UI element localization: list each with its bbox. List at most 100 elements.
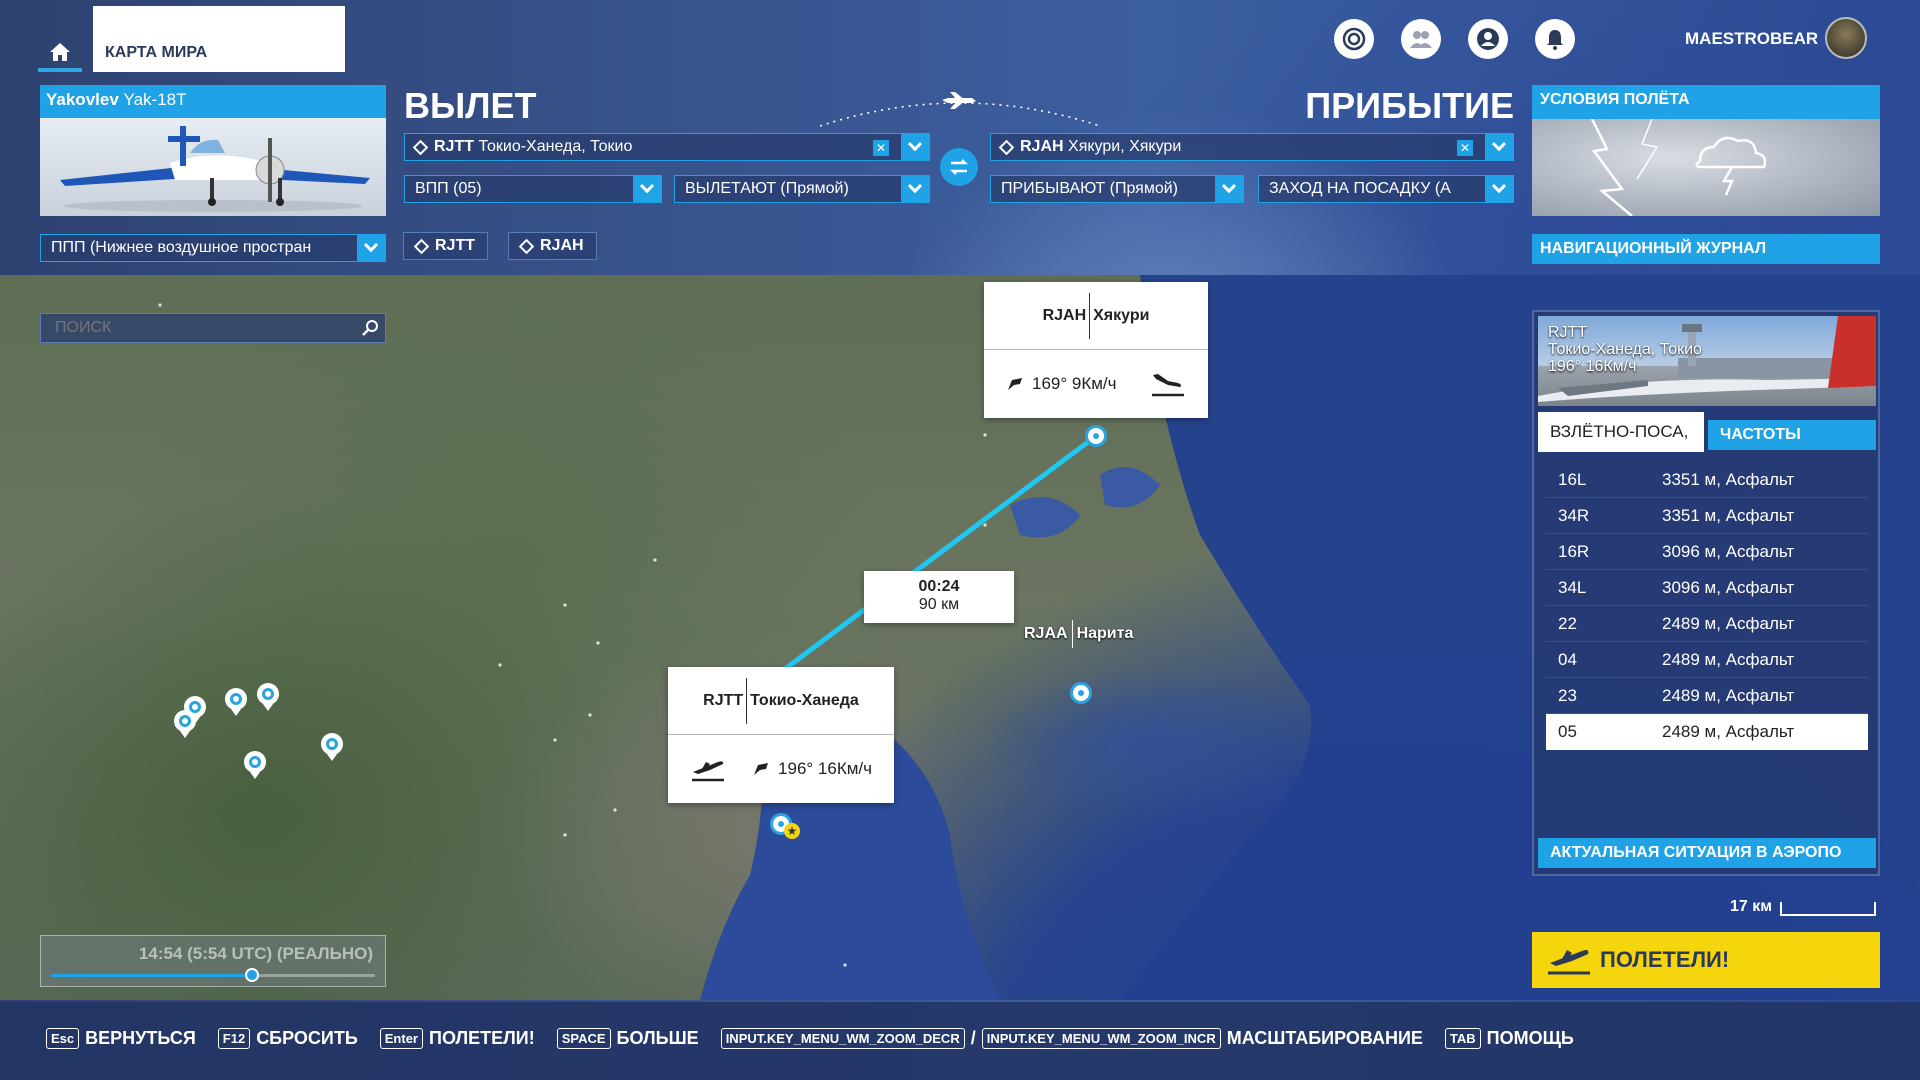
home-tab[interactable] — [38, 36, 82, 72]
runway-row[interactable]: 34R 3351 м, Асфальт — [1546, 498, 1868, 534]
wind-icon — [754, 763, 769, 775]
approach-value: ЗАХОД НА ПОСАДКУ (А — [1269, 180, 1451, 197]
airport-panel-code: RJTT — [1548, 324, 1588, 341]
swap-airports-button[interactable] — [940, 148, 978, 186]
map-scale: 17 км — [1730, 898, 1877, 916]
time-slider-track[interactable] — [51, 968, 375, 982]
time-slider-panel[interactable]: 14:54 (5:54 UTC) (РЕАЛЬНО) — [40, 935, 386, 987]
shortcut-item[interactable]: Enter ПОЛЕТЕЛИ! — [379, 1028, 535, 1049]
arrival-airport-name: Хякури, Хякури — [1068, 138, 1182, 155]
key-hint: F12 — [217, 1028, 251, 1049]
departure-info-card[interactable]: RJTT Токио-Ханеда 196° 16Км/ч — [668, 667, 894, 803]
card-wind: 196° 16Км/ч — [778, 759, 872, 778]
clear-arrival-icon[interactable]: ✕ — [1457, 140, 1473, 156]
arrival-info-card[interactable]: RJAH Хякури 169° 9Км/ч — [984, 282, 1208, 418]
departure-type-select[interactable]: ВЫЛЕТАЮТ (Прямой) — [674, 175, 930, 203]
runway-info: 3351 м, Асфальт — [1662, 505, 1795, 525]
search-icon[interactable] — [361, 319, 379, 337]
chevron-down-icon[interactable] — [633, 176, 661, 202]
shortcut-item[interactable]: Esc ВЕРНУТЬСЯ — [46, 1028, 196, 1049]
map-pin[interactable] — [225, 688, 247, 716]
time-slider-fill — [51, 974, 252, 977]
shortcut-label: ПОЛЕТЕЛИ! — [429, 1028, 535, 1048]
runway-row[interactable]: 04 2489 м, Асфальт — [1546, 642, 1868, 678]
route-time: 00:24 — [918, 578, 960, 595]
shortcut-label: СБРОСИТЬ — [256, 1028, 358, 1048]
runway-row[interactable]: 23 2489 м, Асфальт — [1546, 678, 1868, 714]
airport-situation-button[interactable]: АКТУАЛЬНАЯ СИТУАЦИЯ В АЭРОПО — [1538, 838, 1876, 868]
target-icon[interactable] — [1334, 19, 1374, 59]
map-search[interactable] — [40, 313, 386, 343]
key-hint: INPUT.KEY_MENU_WM_ZOOM_INCR — [981, 1028, 1221, 1049]
card-name: Токио-Ханеда — [750, 691, 859, 709]
chevron-down-icon[interactable] — [1215, 176, 1243, 202]
aircraft-card[interactable]: Yakovlev Yak-18T — [40, 85, 386, 216]
time-slider-knob[interactable] — [244, 968, 259, 982]
waypoint-icon — [413, 238, 430, 254]
nav-log-button[interactable]: НАВИГАЦИОННЫЙ ЖУРНАЛ — [1532, 234, 1880, 264]
aircraft-image — [40, 118, 386, 216]
map-pin[interactable] — [244, 751, 266, 779]
scale-bar — [1780, 902, 1877, 916]
arrival-type-select[interactable]: ПРИБЫВАЮТ (Прямой) — [990, 175, 1244, 203]
tab-frequencies[interactable]: ЧАСТОТЫ — [1708, 420, 1876, 450]
clear-departure-icon[interactable]: ✕ — [873, 140, 889, 156]
runway-row[interactable]: 16R 3096 м, Асфальт — [1546, 534, 1868, 570]
key-hint: INPUT.KEY_MENU_WM_ZOOM_DECR — [720, 1028, 965, 1049]
departure-airport-name: Токио-Ханеда, Токио — [478, 138, 633, 155]
approach-select[interactable]: ЗАХОД НА ПОСАДКУ (А — [1258, 175, 1514, 203]
map-pin[interactable] — [174, 710, 196, 738]
departure-type-value: ВЫЛЕТАЮТ (Прямой) — [685, 180, 849, 197]
profile-icon[interactable] — [1468, 19, 1508, 59]
waypoint-tag-arrival[interactable]: RJAH — [508, 232, 597, 260]
fly-button[interactable]: ПОЛЕТЕЛИ! — [1532, 932, 1880, 988]
avatar[interactable] — [1825, 17, 1867, 59]
flight-rules-select[interactable]: ППП (Нижнее воздушное простран — [40, 234, 386, 262]
key-hint: Esc — [46, 1028, 80, 1049]
runway-id: 34R — [1558, 505, 1590, 525]
runway-row[interactable]: 22 2489 м, Асфальт — [1546, 606, 1868, 642]
runway-info: 2489 м, Асфальт — [1662, 722, 1795, 741]
waypoint-tag-departure[interactable]: RJTT — [403, 232, 488, 260]
airport-marker-rjaa[interactable] — [1070, 682, 1092, 704]
runway-info: 3351 м, Асфальт — [1662, 469, 1795, 489]
map-pin[interactable] — [257, 683, 279, 711]
airport-marker-rjah[interactable] — [1085, 425, 1107, 447]
world-map-tab[interactable]: КАРТА МИРА — [93, 6, 345, 72]
shortcut-item[interactable]: F12 СБРОСИТЬ — [217, 1028, 358, 1049]
chevron-down-icon[interactable] — [1485, 134, 1513, 160]
takeoff-icon — [1548, 950, 1590, 975]
arrival-heading: ПРИБЫТИЕ — [1305, 85, 1514, 126]
shortcut-label: ПОМОЩЬ — [1486, 1028, 1574, 1048]
runway-id: 16R — [1558, 541, 1590, 561]
shortcut-item[interactable]: INPUT.KEY_MENU_WM_ZOOM_DECR / INPUT.KEY_ME… — [720, 1028, 1423, 1049]
time-label: 14:54 (5:54 UTC) (РЕАЛЬНО) — [138, 944, 373, 963]
arrival-airport-code: RJAH — [1020, 138, 1064, 155]
friends-icon[interactable] — [1401, 19, 1441, 59]
chevron-down-icon[interactable] — [901, 134, 929, 160]
flight-conditions-label: УСЛОВИЯ ПОЛЁТА — [1540, 91, 1690, 108]
chevron-down-icon[interactable] — [901, 176, 929, 202]
shortcut-item[interactable]: SPACE БОЛЬШЕ — [556, 1028, 699, 1049]
runway-row[interactable]: 34L 3096 м, Асфальт — [1546, 570, 1868, 606]
flight-conditions-card[interactable]: УСЛОВИЯ ПОЛЁТА — [1532, 85, 1880, 217]
map-pin[interactable] — [321, 733, 343, 761]
runway-select[interactable]: ВПП (05) — [404, 175, 662, 203]
search-input[interactable] — [41, 314, 341, 342]
runway-info: 3096 м, Асфальт — [1662, 577, 1795, 597]
chevron-down-icon[interactable] — [357, 235, 385, 261]
runway-row[interactable]: 05 2489 м, Асфальт — [1546, 714, 1868, 750]
departure-airport-select[interactable]: RJTT Токио-Ханеда, Токио ✕ — [404, 133, 930, 161]
star-icon: ★ — [784, 823, 800, 839]
chevron-down-icon[interactable] — [1485, 176, 1513, 202]
runway-value: ВПП (05) — [415, 180, 482, 197]
scale-label: 17 км — [1730, 898, 1773, 915]
arrival-airport-select[interactable]: RJAH Хякури, Хякури ✕ — [990, 133, 1514, 161]
runway-row[interactable]: 16L 3351 м, Асфальт — [1546, 462, 1868, 498]
key-hint: SPACE — [556, 1028, 611, 1049]
notifications-icon[interactable] — [1535, 19, 1575, 59]
runway-info: 2489 м, Асфальт — [1662, 685, 1795, 705]
shortcut-item[interactable]: TAB ПОМОЩЬ — [1444, 1028, 1574, 1049]
tab-runways[interactable]: ВЗЛЁТНО-ПОСА, — [1538, 412, 1704, 452]
runway-info: 3096 м, Асфальт — [1662, 541, 1795, 561]
